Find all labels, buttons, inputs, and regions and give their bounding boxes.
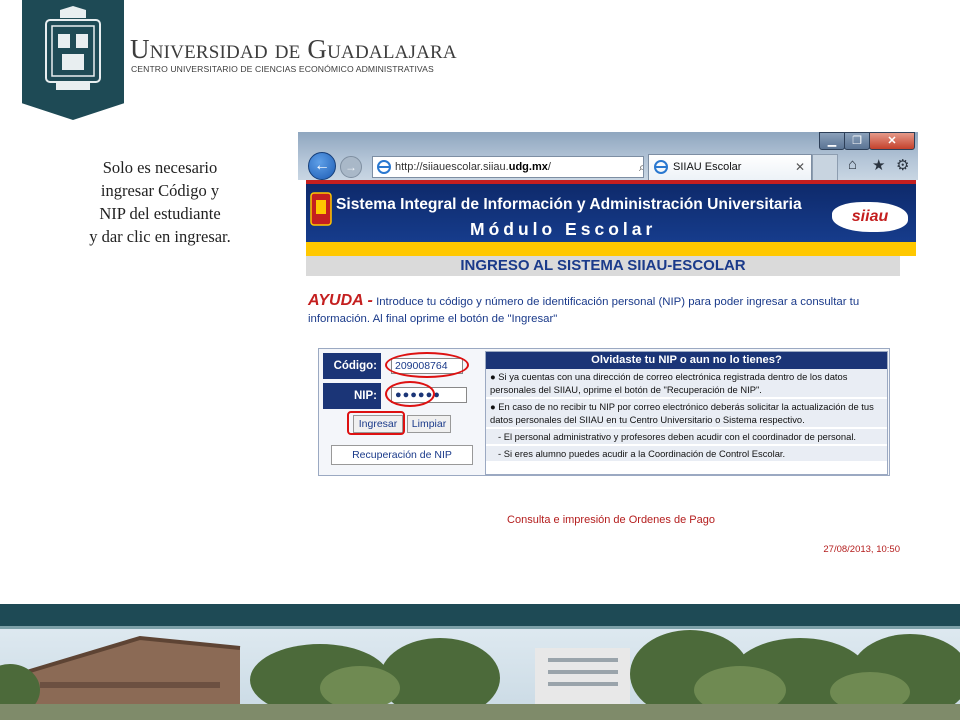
ie-tab-icon	[654, 160, 668, 174]
udg-coat-of-arms-logo	[45, 6, 101, 90]
back-arrow-icon[interactable]: ←	[308, 152, 336, 180]
url-prefix: http://siiauescolar.siiau.	[395, 161, 509, 173]
favorites-star-icon[interactable]: ★	[872, 156, 885, 174]
recuperacion-nip-button[interactable]: Recuperación de NIP	[331, 445, 473, 465]
forgot-nip-row: - El personal administrativo y profesore…	[486, 429, 887, 446]
yellow-divider	[306, 242, 916, 256]
nip-highlight-oval	[385, 381, 435, 407]
home-icon[interactable]: ⌂	[848, 156, 857, 173]
instructions-line-4: y dar clic en ingresar.	[89, 227, 231, 246]
limpiar-button[interactable]: Limpiar	[407, 415, 451, 433]
forward-arrow-icon[interactable]: →	[340, 156, 362, 178]
window-maximize-button[interactable]: ❐	[844, 132, 870, 150]
nip-label: NIP:	[323, 383, 381, 409]
university-name: Universidad de Guadalajara	[130, 34, 457, 64]
codigo-highlight-oval	[385, 352, 469, 378]
window-close-button[interactable]: ✕	[869, 132, 915, 150]
ingresar-highlight-box	[347, 411, 405, 435]
siiau-logo-part-a: sii	[851, 208, 870, 225]
date-time-stamp: 27/08/2013, 10:50	[823, 544, 900, 555]
codigo-label: Código:	[323, 353, 381, 379]
section-title: INGRESO AL SISTEMA SIIAU-ESCOLAR	[306, 256, 900, 276]
udg-mini-shield-icon	[310, 192, 332, 226]
help-text: Introduce tu código y número de identifi…	[308, 296, 860, 325]
forgot-nip-row: ● Si ya cuentas con una dirección de cor…	[486, 369, 887, 399]
instructions-text: Solo es necesario ingresar Código y NIP …	[40, 156, 280, 248]
siiau-logo-part-b: au	[869, 208, 889, 225]
new-tab-button[interactable]	[812, 154, 838, 180]
campus-photo	[0, 604, 960, 720]
forgot-nip-row: ● En caso de no recibir tu NIP por corre…	[486, 399, 887, 429]
university-center-name: CENTRO UNIVERSITARIO DE CIENCIAS ECONÓMI…	[131, 64, 434, 74]
url-suffix: /	[547, 161, 551, 173]
help-paragraph: AYUDA - Introduce tu código y número de …	[308, 292, 868, 328]
siiau-title-line-2: Módulo Escolar	[470, 219, 657, 239]
ie-page-icon	[377, 160, 391, 174]
instructions-line-1: Solo es necesario	[102, 158, 218, 177]
forgot-nip-row: - Si eres alumno puedes acudir a la Coor…	[486, 446, 887, 463]
siiau-title-line-1: Sistema Integral de Información y Admini…	[336, 196, 802, 213]
url-domain: udg.mx	[508, 161, 548, 173]
instructions-line-2: ingresar Código y	[100, 181, 220, 200]
forgot-nip-box: Olvidaste tu NIP o aun no lo tienes? ● S…	[485, 351, 888, 475]
consulta-ordenes-pago-link[interactable]: Consulta e impresión de Ordenes de Pago	[306, 514, 916, 526]
help-label: AYUDA -	[308, 292, 373, 309]
browser-chrome: ▁ ❐ ✕ ← → http://siiauescolar.siiau.udg.…	[298, 132, 918, 180]
tab-close-icon[interactable]: ✕	[795, 155, 805, 179]
siiau-logo: siiau	[832, 202, 908, 232]
browser-screenshot: ▁ ❐ ✕ ← → http://siiauescolar.siiau.udg.…	[298, 132, 918, 580]
tab-siiau-escolar[interactable]: SIIAU Escolar ✕	[648, 154, 812, 180]
tab-title: SIIAU Escolar	[673, 161, 742, 173]
tools-gear-icon[interactable]: ⚙	[896, 156, 909, 174]
siiau-page: Sistema Integral de Información y Admini…	[306, 180, 916, 580]
window-minimize-button[interactable]: ▁	[819, 132, 845, 150]
login-panel: Código: 209008764 NIP: ●●●●●● Ingresar L…	[318, 348, 890, 476]
address-controls-icons[interactable]: ⌕ ▾ ↻ ✕	[639, 157, 643, 177]
address-bar[interactable]: http://siiauescolar.siiau.udg.mx/ ⌕ ▾ ↻ …	[372, 156, 644, 178]
instructions-line-3: NIP del estudiante	[99, 204, 221, 223]
siiau-banner: Sistema Integral de Información y Admini…	[306, 180, 916, 242]
forgot-nip-title: Olvidaste tu NIP o aun no lo tienes?	[486, 352, 887, 369]
